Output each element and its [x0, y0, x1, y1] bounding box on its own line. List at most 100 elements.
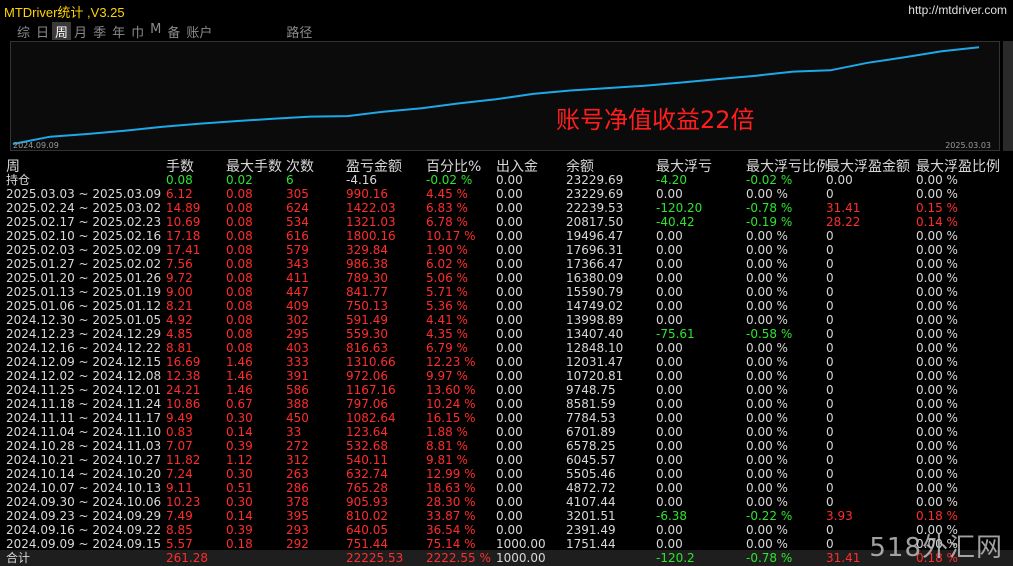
x-axis-end-label: 2025.03.03 [945, 141, 991, 150]
table-row[interactable]: 2024.11.25 ~ 2024.12.01 24.21 1.46 586 1167.… [0, 383, 1013, 397]
cell-lots: 4.92 [166, 313, 193, 327]
cell-pl: 1167.16 [346, 383, 396, 397]
table-row[interactable]: 2025.03.03 ~ 2025.03.09 6.12 0.08 305 990.16… [0, 187, 1013, 201]
cell-bal: 3201.51 [566, 509, 616, 523]
table-row[interactable]: 2024.10.21 ~ 2024.10.27 11.82 1.12 312 540.1… [0, 453, 1013, 467]
cell-pct: 8.81 % [426, 439, 468, 453]
table-row[interactable]: 2024.12.30 ~ 2025.01.05 4.92 0.08 302 591.49… [0, 313, 1013, 327]
table-row[interactable]: 2025.01.13 ~ 2025.01.19 9.00 0.08 447 841.77… [0, 285, 1013, 299]
cell-pct: 12.23 % [426, 355, 476, 369]
tab-2[interactable]: 周 [52, 22, 72, 41]
cell-maxfpp: 0.00 % [916, 327, 958, 341]
cell-maxlot: 0.30 [226, 467, 253, 481]
cell-maxdd: -75.61 [656, 327, 695, 341]
table-row[interactable]: 2024.12.02 ~ 2024.12.08 12.38 1.46 391 972.0… [0, 369, 1013, 383]
tab-3[interactable]: 月 [71, 22, 90, 41]
table-row[interactable]: 2024.09.09 ~ 2024.09.15 5.57 0.18 292 751.44… [0, 537, 1013, 551]
cell-pl: 905.93 [346, 495, 388, 509]
table-row[interactable]: 2024.09.16 ~ 2024.09.22 8.85 0.39 293 640.05… [0, 523, 1013, 537]
table-row[interactable]: 2024.10.14 ~ 2024.10.20 7.24 0.30 263 632.74… [0, 467, 1013, 481]
cell-maxlot: 0.08 [226, 257, 253, 271]
tab-7[interactable]: M [147, 22, 164, 40]
table-row[interactable]: 2024.10.28 ~ 2024.11.03 7.07 0.39 272 532.68… [0, 439, 1013, 453]
cell-maxfpp: 0.00 % [916, 299, 958, 313]
table-row[interactable]: 2025.02.03 ~ 2025.02.09 17.41 0.08 579 329.8… [0, 243, 1013, 257]
tab-8[interactable]: 备 [164, 22, 183, 41]
cell-pct: 28.30 % [426, 495, 476, 509]
table-row[interactable]: 2024.11.18 ~ 2024.11.24 10.86 0.67 388 797.0… [0, 397, 1013, 411]
tab-4[interactable]: 季 [90, 22, 109, 41]
cell-maxdd: 0.00 [656, 425, 683, 439]
cell-io: 0.00 [496, 355, 523, 369]
cell-maxfpp: 0.00 % [916, 467, 958, 481]
table-row[interactable]: 2025.02.17 ~ 2025.02.23 10.69 0.08 534 1321.… [0, 215, 1013, 229]
cell-maxfpp: 0.00 % [916, 313, 958, 327]
cell-maxddp: 0.00 % [746, 425, 788, 439]
cell-pl: 1321.03 [346, 215, 396, 229]
table-row[interactable]: 2025.01.27 ~ 2025.02.02 7.56 0.08 343 986.38… [0, 257, 1013, 271]
table-row[interactable]: 2024.11.11 ~ 2024.11.17 9.49 0.30 450 1082.6… [0, 411, 1013, 425]
cell-pl: 1422.03 [346, 201, 396, 215]
cell-pct: 6.79 % [426, 341, 468, 355]
table-row[interactable]: 2024.12.23 ~ 2024.12.29 4.85 0.08 295 559.30… [0, 327, 1013, 341]
tab-10[interactable]: 路径 [283, 22, 315, 41]
cell-maxddp: 0.00 % [746, 187, 788, 201]
cell-io: 0.00 [496, 285, 523, 299]
cell-maxdd: 0.00 [656, 187, 683, 201]
cell-bal: 17366.47 [566, 257, 624, 271]
cell-maxddp: -0.02 % [746, 173, 793, 187]
cell-maxddp: 0.00 % [746, 271, 788, 285]
table-row[interactable]: 2024.09.30 ~ 2024.10.06 10.23 0.30 378 905.9… [0, 495, 1013, 509]
cell-maxfpp: 0.00 % [916, 397, 958, 411]
cell-bal: 6045.57 [566, 453, 616, 467]
tab-1[interactable]: 日 [33, 22, 52, 41]
cell-lots: 9.00 [166, 285, 193, 299]
cell-maxddp: 0.00 % [746, 467, 788, 481]
cell-pct: 4.35 % [426, 327, 468, 341]
tab-9[interactable]: 账户 [183, 22, 215, 41]
cell-maxddp: 0.00 % [746, 229, 788, 243]
table-row[interactable]: 2024.09.23 ~ 2024.09.29 7.49 0.14 395 810.02… [0, 509, 1013, 523]
cell-week: 2025.02.17 ~ 2025.02.23 [6, 215, 162, 229]
cell-lots: 8.85 [166, 523, 193, 537]
tab-0[interactable]: 综 [14, 22, 33, 41]
table-row[interactable]: 持仓 0.08 0.02 6 -4.16 -0.02 % 0.00 23229.69 -4.20… [0, 173, 1013, 187]
cell-week: 2024.12.09 ~ 2024.12.15 [6, 355, 162, 369]
cell-io: 0.00 [496, 243, 523, 257]
table-row[interactable]: 2024.11.04 ~ 2024.11.10 0.83 0.14 33 123.64 1… [0, 425, 1013, 439]
cell-lots: 8.81 [166, 341, 193, 355]
table-row[interactable]: 2025.01.06 ~ 2025.01.12 8.21 0.08 409 750.13… [0, 299, 1013, 313]
cell-count: 409 [286, 299, 309, 313]
cell-count: 295 [286, 327, 309, 341]
cell-pl: 1800.16 [346, 229, 396, 243]
cell-bal: 15590.79 [566, 285, 624, 299]
site-link[interactable]: http://mtdriver.com [908, 3, 1007, 17]
cell-maxdd: -120.20 [656, 201, 703, 215]
cell-maxdd: 0.00 [656, 369, 683, 383]
cell-bal: 20817.50 [566, 215, 624, 229]
table-row[interactable]: 2025.02.10 ~ 2025.02.16 17.18 0.08 616 1800.… [0, 229, 1013, 243]
cell-maxddp: -0.19 % [746, 215, 793, 229]
tab-5[interactable]: 年 [109, 22, 128, 41]
cell-bal: 22239.53 [566, 201, 624, 215]
total-pl: 22225.53 [346, 551, 404, 565]
cell-lots: 14.89 [166, 201, 201, 215]
cell-count: 586 [286, 383, 309, 397]
table-row[interactable]: 2025.02.24 ~ 2025.03.02 14.89 0.08 624 1422.… [0, 201, 1013, 215]
cell-week: 2024.11.11 ~ 2024.11.17 [6, 411, 162, 425]
cell-pct: 9.81 % [426, 453, 468, 467]
cell-maxlot: 0.08 [226, 201, 253, 215]
table-row[interactable]: 2024.10.07 ~ 2024.10.13 9.11 0.51 286 765.28… [0, 481, 1013, 495]
cell-week: 2024.12.02 ~ 2024.12.08 [6, 369, 162, 383]
table-row[interactable]: 2024.12.09 ~ 2024.12.15 16.69 1.46 333 1310.… [0, 355, 1013, 369]
cell-lots: 9.72 [166, 271, 193, 285]
cell-maxfp: 0 [826, 383, 834, 397]
chart-scrollbar[interactable] [1003, 41, 1013, 151]
cell-maxdd: 0.00 [656, 271, 683, 285]
cell-maxddp: 0.00 % [746, 495, 788, 509]
cell-io: 0.00 [496, 383, 523, 397]
table-row[interactable]: 2025.01.20 ~ 2025.01.26 9.72 0.08 411 789.30… [0, 271, 1013, 285]
table-row[interactable]: 2024.12.16 ~ 2024.12.22 8.81 0.08 403 816.63… [0, 341, 1013, 355]
cell-maxddp: 0.00 % [746, 243, 788, 257]
tab-6[interactable]: 巾 [128, 22, 147, 41]
